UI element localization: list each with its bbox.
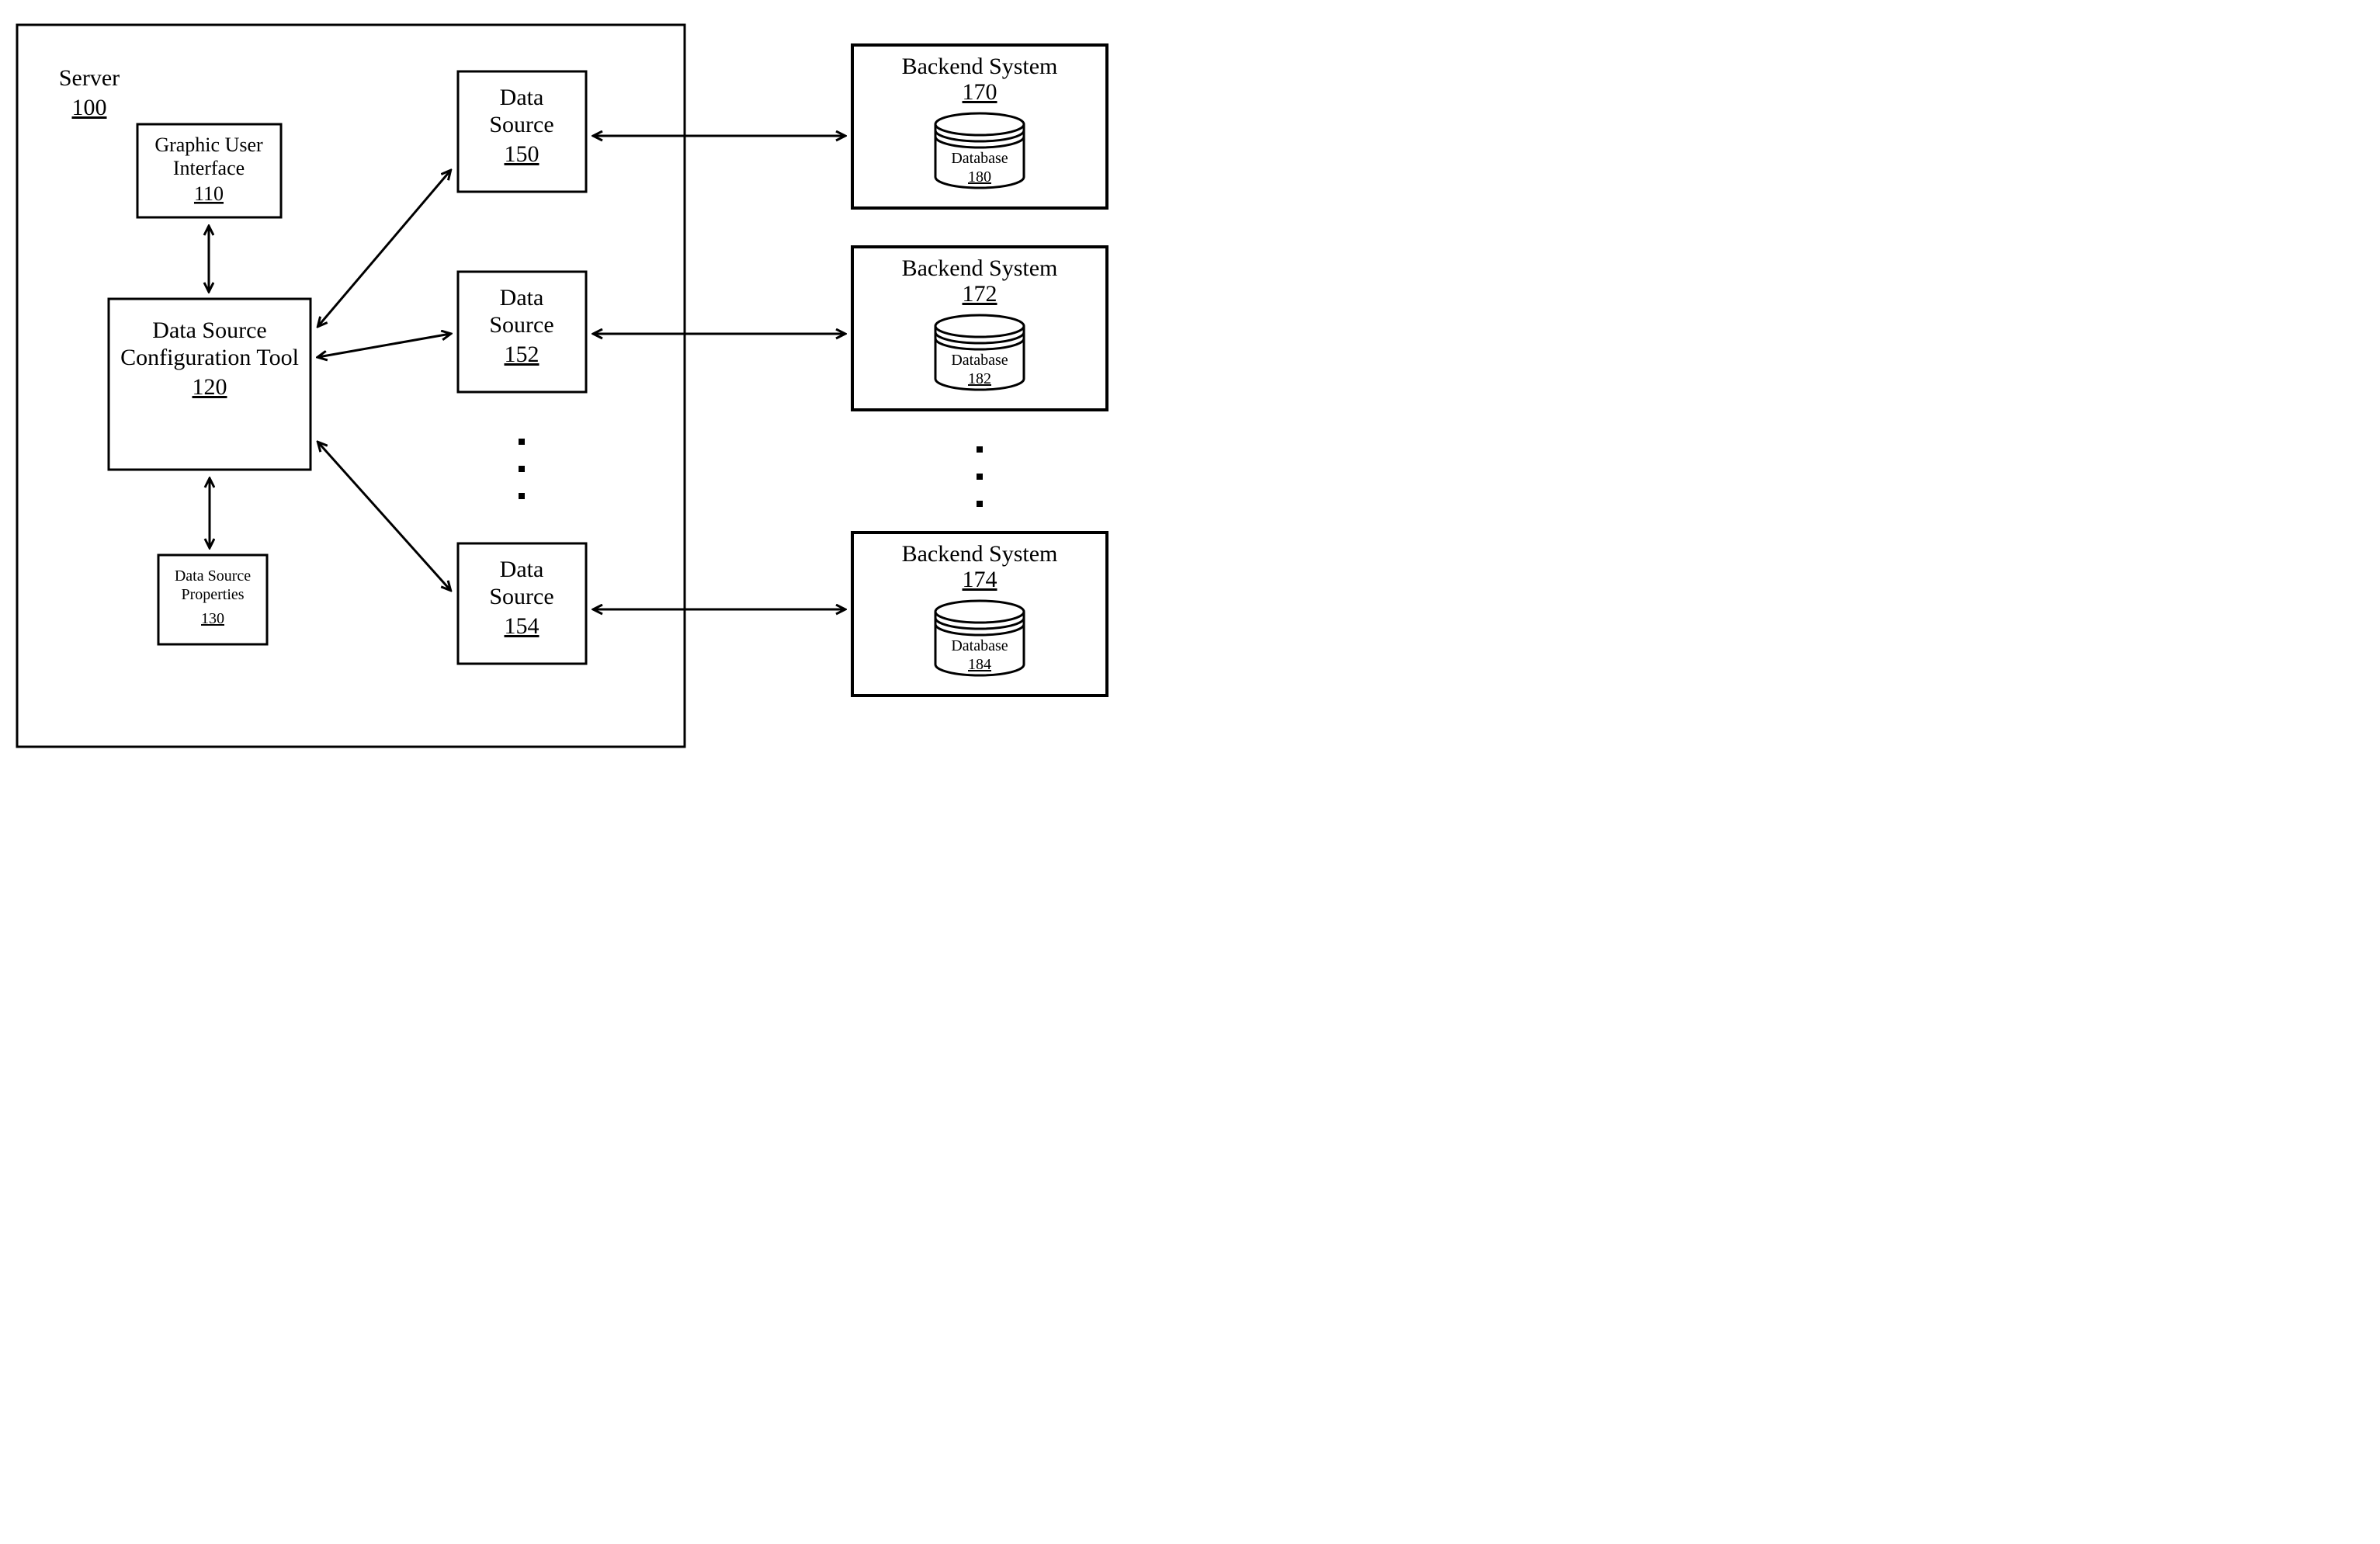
be2-db-id: 184 [968,656,991,673]
backend-2: Backend System 174 Database 184 [852,533,1107,696]
props-title-1: Data Source [175,567,251,585]
ds1-id: 152 [505,342,539,367]
ds0-title-1: Data [500,85,544,110]
be1-db-label: Database [951,352,1008,369]
server-id: 100 [72,95,107,120]
gui-title-1: Graphic User [154,134,263,156]
ellipsis-backend [977,446,983,507]
props-id: 130 [201,610,224,627]
be0-title: Backend System [902,54,1058,79]
ds0-title-2: Source [489,112,553,137]
ds2-title-2: Source [489,584,553,609]
ds2-title-1: Data [500,557,544,582]
ds1-title-2: Source [489,312,553,338]
be1-id: 172 [963,281,997,307]
props-title-2: Properties [181,586,244,603]
tool-id: 120 [193,374,227,400]
be2-id: 174 [963,567,997,592]
be0-db-label: Database [951,150,1008,167]
be1-db-id: 182 [968,370,991,387]
gui-title-2: Interface [173,157,245,179]
be2-db-label: Database [951,637,1008,654]
backend-0: Backend System 170 Database 180 [852,45,1107,208]
be2-title: Backend System [902,541,1058,567]
backend-1: Backend System 172 Database 182 [852,247,1107,410]
be0-id: 170 [963,79,997,105]
be1-title: Backend System [902,255,1058,281]
diagram-canvas: Server 100 Graphic User Interface 110 Da… [0,0,1144,765]
be0-db-id: 180 [968,168,991,186]
tool-title-2: Configuration Tool [120,345,299,370]
ds1-title-1: Data [500,285,544,311]
tool-title-1: Data Source [152,317,266,343]
ds0-id: 150 [505,141,539,167]
server-title: Server [59,65,120,91]
gui-id: 110 [194,182,224,205]
ds2-id: 154 [505,613,539,639]
